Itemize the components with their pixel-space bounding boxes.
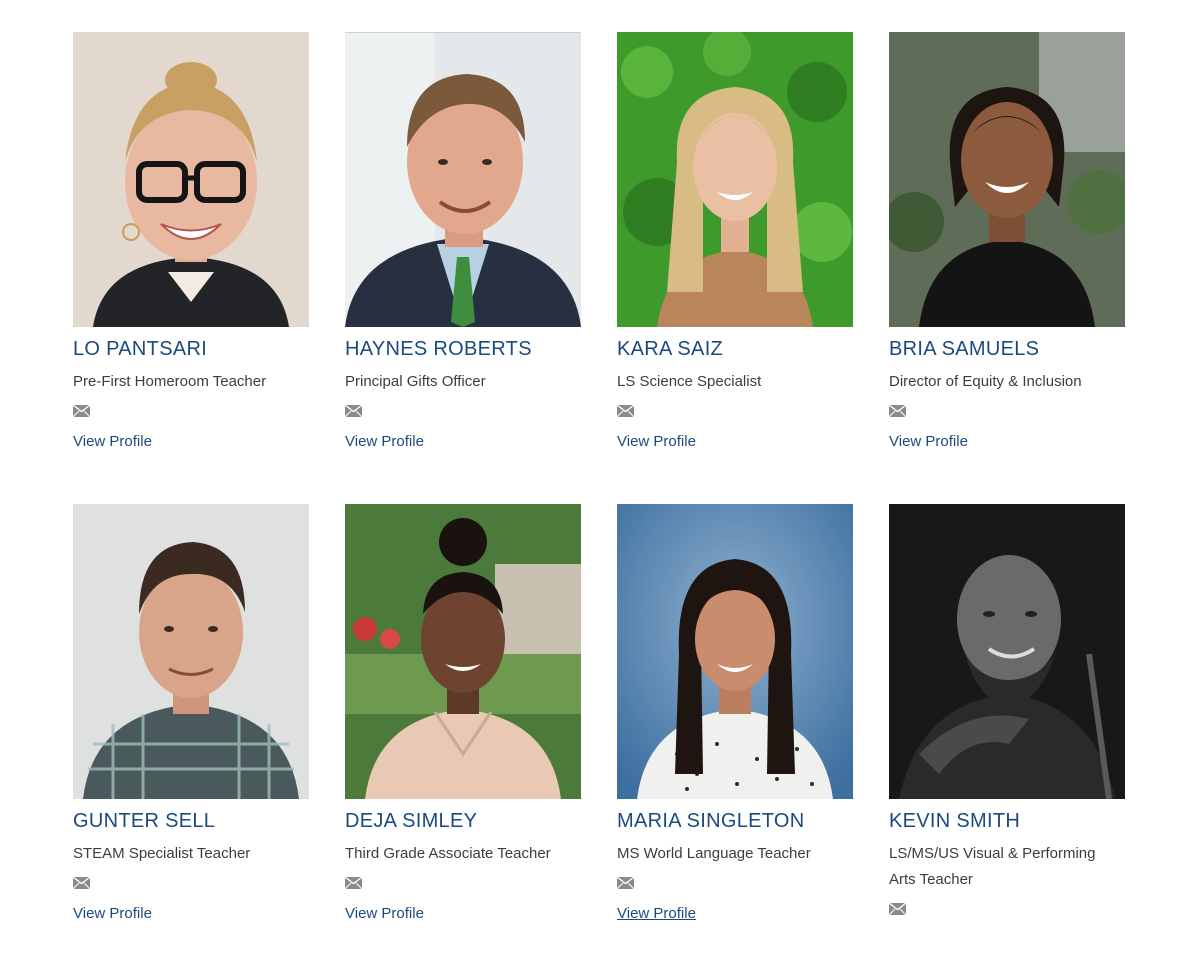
- staff-card: BRIA SAMUELS Director of Equity & Inclus…: [889, 32, 1125, 504]
- view-profile-link[interactable]: View Profile: [73, 433, 152, 450]
- view-profile-link[interactable]: View Profile: [345, 905, 424, 922]
- staff-name[interactable]: KARA SAIZ: [617, 337, 853, 361]
- view-profile-link[interactable]: View Profile: [73, 905, 152, 922]
- staff-title: Pre-First Homeroom Teacher: [73, 373, 267, 390]
- view-profile-link[interactable]: View Profile: [889, 433, 968, 450]
- staff-photo[interactable]: [345, 504, 581, 799]
- staff-title: Principal Gifts Officer: [345, 373, 486, 390]
- email-icon[interactable]: [889, 903, 906, 915]
- staff-photo[interactable]: [73, 32, 309, 327]
- view-profile-link[interactable]: View Profile: [617, 905, 696, 922]
- email-icon[interactable]: [73, 405, 90, 417]
- staff-card: LO PANTSARI Pre-First Homeroom Teacher V…: [73, 32, 309, 504]
- email-icon[interactable]: [73, 877, 90, 889]
- staff-photo[interactable]: [617, 32, 853, 327]
- staff-title: MS World Language Teacher: [617, 845, 811, 862]
- staff-name[interactable]: MARIA SINGLETON: [617, 809, 853, 833]
- staff-name[interactable]: GUNTER SELL: [73, 809, 309, 833]
- email-icon[interactable]: [617, 877, 634, 889]
- staff-card: HAYNES ROBERTS Principal Gifts Officer V…: [345, 32, 581, 504]
- staff-title: STEAM Specialist Teacher: [73, 845, 251, 862]
- staff-photo[interactable]: [889, 504, 1125, 799]
- staff-name[interactable]: HAYNES ROBERTS: [345, 337, 581, 361]
- view-profile-link[interactable]: View Profile: [617, 433, 696, 450]
- email-icon[interactable]: [345, 877, 362, 889]
- staff-card: KARA SAIZ LS Science Specialist View Pro…: [617, 32, 853, 504]
- staff-photo[interactable]: [889, 32, 1125, 327]
- view-profile-link[interactable]: View Profile: [345, 433, 424, 450]
- staff-name[interactable]: DEJA SIMLEY: [345, 809, 581, 833]
- staff-title: LS Science Specialist: [617, 373, 762, 390]
- staff-name[interactable]: BRIA SAMUELS: [889, 337, 1125, 361]
- email-icon[interactable]: [617, 405, 634, 417]
- staff-photo[interactable]: [617, 504, 853, 799]
- staff-title: Third Grade Associate Teacher: [345, 845, 551, 862]
- staff-name[interactable]: KEVIN SMITH: [889, 809, 1125, 833]
- staff-photo[interactable]: [345, 32, 581, 327]
- staff-photo[interactable]: [73, 504, 309, 799]
- email-icon[interactable]: [345, 405, 362, 417]
- staff-title: LS/MS/US Visual & Performing Arts Teache…: [889, 845, 1096, 888]
- staff-card: DEJA SIMLEY Third Grade Associate Teache…: [345, 504, 581, 976]
- staff-card: KEVIN SMITH LS/MS/US Visual & Performing…: [889, 504, 1125, 976]
- email-icon[interactable]: [889, 405, 906, 417]
- staff-name[interactable]: LO PANTSARI: [73, 337, 309, 361]
- staff-directory-grid: LO PANTSARI Pre-First Homeroom Teacher V…: [73, 32, 1125, 976]
- staff-title: Director of Equity & Inclusion: [889, 373, 1082, 390]
- staff-card: GUNTER SELL STEAM Specialist Teacher Vie…: [73, 504, 309, 976]
- staff-card: MARIA SINGLETON MS World Language Teache…: [617, 504, 853, 976]
